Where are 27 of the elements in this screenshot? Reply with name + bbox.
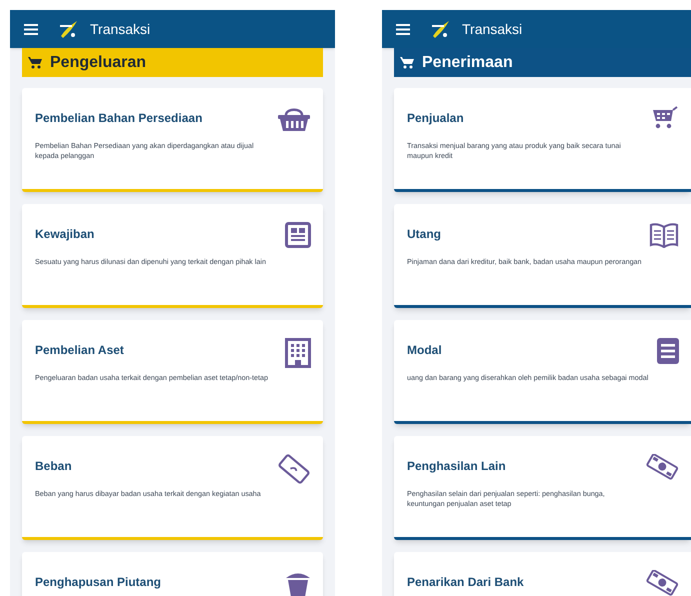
card-title: Penghapusan Piutang — [35, 574, 162, 591]
card-title: Pembelian Bahan Persediaan — [35, 110, 204, 127]
building-icon — [285, 338, 311, 368]
transaction-card[interactable]: Penghapusan Piutang — [22, 552, 323, 596]
app-title: Transaksi — [462, 20, 522, 38]
document-icon — [285, 222, 311, 248]
transaction-card[interactable]: Penarikan Dari Bank — [394, 552, 691, 596]
card-title: Penarikan Dari Bank — [407, 574, 524, 591]
app-title: Transaksi — [90, 20, 150, 38]
card-title: Pembelian Aset — [35, 342, 125, 359]
card-title: Kewajiban — [35, 226, 96, 243]
list-icon — [657, 338, 679, 364]
book-icon — [649, 222, 679, 248]
card-title: Modal — [407, 342, 443, 359]
basket-icon — [277, 106, 311, 132]
cart-icon — [400, 56, 414, 69]
cart-icon — [28, 56, 42, 69]
card-title: Penjualan — [407, 110, 465, 127]
cart-icon — [651, 106, 679, 130]
banknote-icon — [277, 454, 311, 484]
menu-icon[interactable] — [396, 24, 410, 34]
card-title: Beban — [35, 458, 73, 475]
card-title: Utang — [407, 226, 442, 243]
section-title: Pengeluaran — [50, 52, 146, 72]
card-title: Penghasilan Lain — [407, 458, 507, 475]
menu-icon[interactable] — [24, 24, 38, 34]
section-title: Penerimaan — [422, 52, 513, 72]
